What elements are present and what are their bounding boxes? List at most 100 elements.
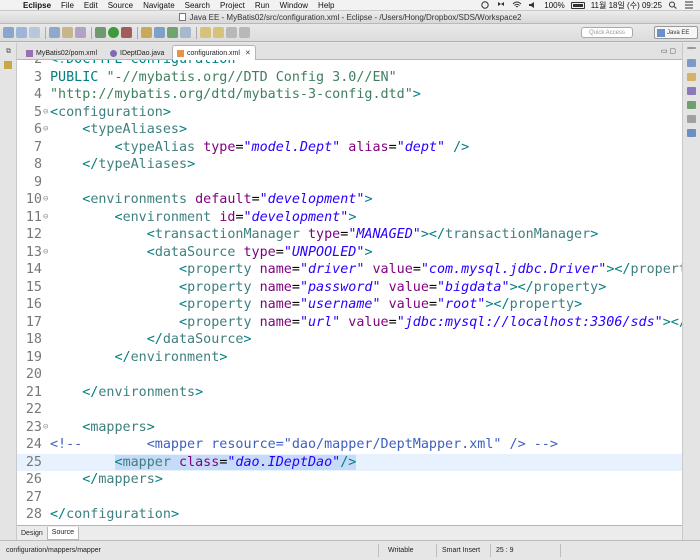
xml-source-editor[interactable]: 2 <!DOCTYPE configuration 3 PUBLIC "-//myba… — [17, 60, 682, 525]
code-token: > — [162, 104, 171, 120]
code-line[interactable]: 5 ⊖ <configuration> — [17, 104, 682, 122]
debug-icon[interactable] — [95, 27, 106, 38]
document-proxy-icon[interactable] — [178, 13, 186, 21]
status-bar: configuration/mappers/mapper Writable Sm… — [0, 540, 700, 560]
save-icon[interactable] — [16, 27, 27, 38]
line-number: 21 — [25, 384, 42, 400]
code-line[interactable]: 6 ⊖ <typeAliases> — [17, 121, 682, 139]
code-token: < — [179, 262, 188, 277]
code-token: environment — [122, 209, 220, 225]
servers-icon[interactable] — [687, 101, 696, 109]
code-token: > — [187, 157, 196, 172]
code-line[interactable]: 12 <transactionManager type="MANAGED"></… — [17, 226, 682, 244]
restore-icon[interactable] — [687, 47, 696, 49]
toolbar-separator — [91, 26, 92, 39]
search-icon[interactable] — [75, 27, 86, 38]
code-line[interactable]: 2 <!DOCTYPE configuration — [17, 60, 682, 69]
code-line[interactable]: 13 ⊖ <dataSource type="UNPOOLED"> — [17, 244, 682, 262]
code-line[interactable]: 20 — [17, 366, 682, 384]
menu-file[interactable]: File — [56, 1, 79, 10]
code-line[interactable]: 27 — [17, 489, 682, 507]
spotlight-search-icon[interactable] — [668, 1, 678, 9]
tab-label: MyBatis02/pom.xml — [36, 49, 98, 57]
menu-project[interactable]: Project — [215, 1, 250, 10]
code-line[interactable]: 9 — [17, 174, 682, 192]
code-line[interactable]: 25 <mapper class="dao.IDeptDao"/> — [17, 453, 682, 471]
quick-access-input[interactable]: Quick Access — [581, 27, 633, 38]
app-menu[interactable]: Eclipse — [18, 1, 56, 10]
run-icon[interactable] — [108, 27, 119, 38]
menu-edit[interactable]: Edit — [79, 1, 103, 10]
code-line[interactable]: 16 <property name="username" value="root… — [17, 296, 682, 314]
new-class-icon[interactable] — [167, 27, 178, 38]
markers-icon[interactable] — [687, 87, 696, 95]
line-code: <transactionManager type="MANAGED"></tra… — [50, 226, 599, 244]
server-icon[interactable] — [49, 27, 60, 38]
code-line[interactable]: 3 PUBLIC "-//mybatis.org//DTD Config 3.0/… — [17, 69, 682, 87]
new-java-project-icon[interactable] — [141, 27, 152, 38]
outline-icon[interactable] — [687, 59, 696, 67]
code-token: = — [291, 297, 300, 312]
new-icon[interactable] — [3, 27, 14, 38]
task-list-icon[interactable] — [687, 73, 696, 81]
perspective-switcher[interactable]: Java EE — [654, 26, 698, 39]
code-line[interactable]: 19 </environment> — [17, 349, 682, 367]
annotation-next-icon[interactable] — [200, 27, 211, 38]
code-line[interactable]: 18 </dataSource> — [17, 331, 682, 349]
code-line[interactable]: 7 <typeAlias type="model.Dept" alias="de… — [17, 139, 682, 157]
code-line[interactable]: 23 ⊖ <mappers> — [17, 419, 682, 437]
close-icon[interactable]: ✕ — [245, 49, 251, 57]
menu-run[interactable]: Run — [250, 1, 275, 10]
tab-configuration-xml[interactable]: configuration.xml ✕ — [172, 45, 256, 60]
editor-mode-tabs: Design Source — [17, 525, 682, 540]
back-icon[interactable] — [226, 27, 237, 38]
code-token: "development" — [243, 209, 349, 225]
code-line[interactable]: 22 — [17, 401, 682, 419]
menu-navigate[interactable]: Navigate — [138, 1, 180, 10]
minimize-maximize-icon[interactable]: ▭ ▢ — [661, 47, 676, 55]
external-tools-icon[interactable] — [121, 27, 132, 38]
tab-design[interactable]: Design — [17, 527, 47, 540]
wifi-icon[interactable] — [512, 1, 522, 9]
forward-icon[interactable] — [239, 27, 250, 38]
creative-cloud-icon[interactable] — [480, 1, 490, 9]
notification-center-icon[interactable] — [684, 1, 694, 9]
code-line[interactable]: 28 </configuration> — [17, 506, 682, 524]
project-explorer-icon[interactable] — [4, 61, 12, 69]
code-line[interactable]: 26 </mappers> — [17, 471, 682, 489]
line-number: 11 — [25, 209, 42, 225]
annotation-prev-icon[interactable] — [213, 27, 224, 38]
menu-help[interactable]: Help — [313, 1, 339, 10]
tab-pom-xml[interactable]: MyBatis02/pom.xml — [21, 45, 102, 60]
code-token: "username" — [299, 297, 381, 312]
open-task-icon[interactable] — [180, 27, 191, 38]
code-line[interactable]: 8 </typeAliases> — [17, 156, 682, 174]
code-line[interactable]: 15 <property name="password" value="bigd… — [17, 279, 682, 297]
code-token: > — [195, 384, 204, 400]
code-line[interactable]: 10 ⊖ <environments default="development"> — [17, 191, 682, 209]
code-line[interactable]: 14 <property name="driver" value="com.my… — [17, 261, 682, 279]
code-line[interactable]: 4 "http://mybatis.org/dtd/mybatis-3-confi… — [17, 86, 682, 104]
open-type-icon[interactable] — [62, 27, 73, 38]
menu-source[interactable]: Source — [103, 1, 138, 10]
data-source-explorer-icon[interactable] — [687, 129, 696, 137]
console-icon[interactable] — [687, 115, 696, 123]
menu-window[interactable]: Window — [275, 1, 313, 10]
tab-source[interactable]: Source — [46, 526, 79, 540]
dropbox-icon[interactable] — [496, 1, 506, 9]
restore-icon[interactable]: ⧉ — [4, 47, 13, 56]
code-token: PUBLIC — [50, 69, 107, 85]
code-line[interactable]: 11 ⊖ <environment id="development"> — [17, 209, 682, 227]
battery-icon[interactable] — [570, 1, 585, 9]
menu-search[interactable]: Search — [180, 1, 215, 10]
code-token: = — [235, 209, 244, 225]
save-all-icon[interactable] — [29, 27, 40, 38]
code-line[interactable]: 21 </environments> — [17, 384, 682, 402]
tab-ideptdao-java[interactable]: IDeptDao.java — [105, 45, 169, 60]
volume-icon[interactable] — [528, 1, 538, 9]
code-line[interactable]: 17 <property name="url" value="jdbc:mysq… — [17, 314, 682, 332]
code-token: > — [170, 507, 179, 522]
code-line[interactable]: 24 <!-- <mapper resource="dao/mapper/Dept… — [17, 436, 682, 454]
clock[interactable]: 11월 18일 (수) 09:25 — [591, 0, 662, 11]
new-package-icon[interactable] — [154, 27, 165, 38]
